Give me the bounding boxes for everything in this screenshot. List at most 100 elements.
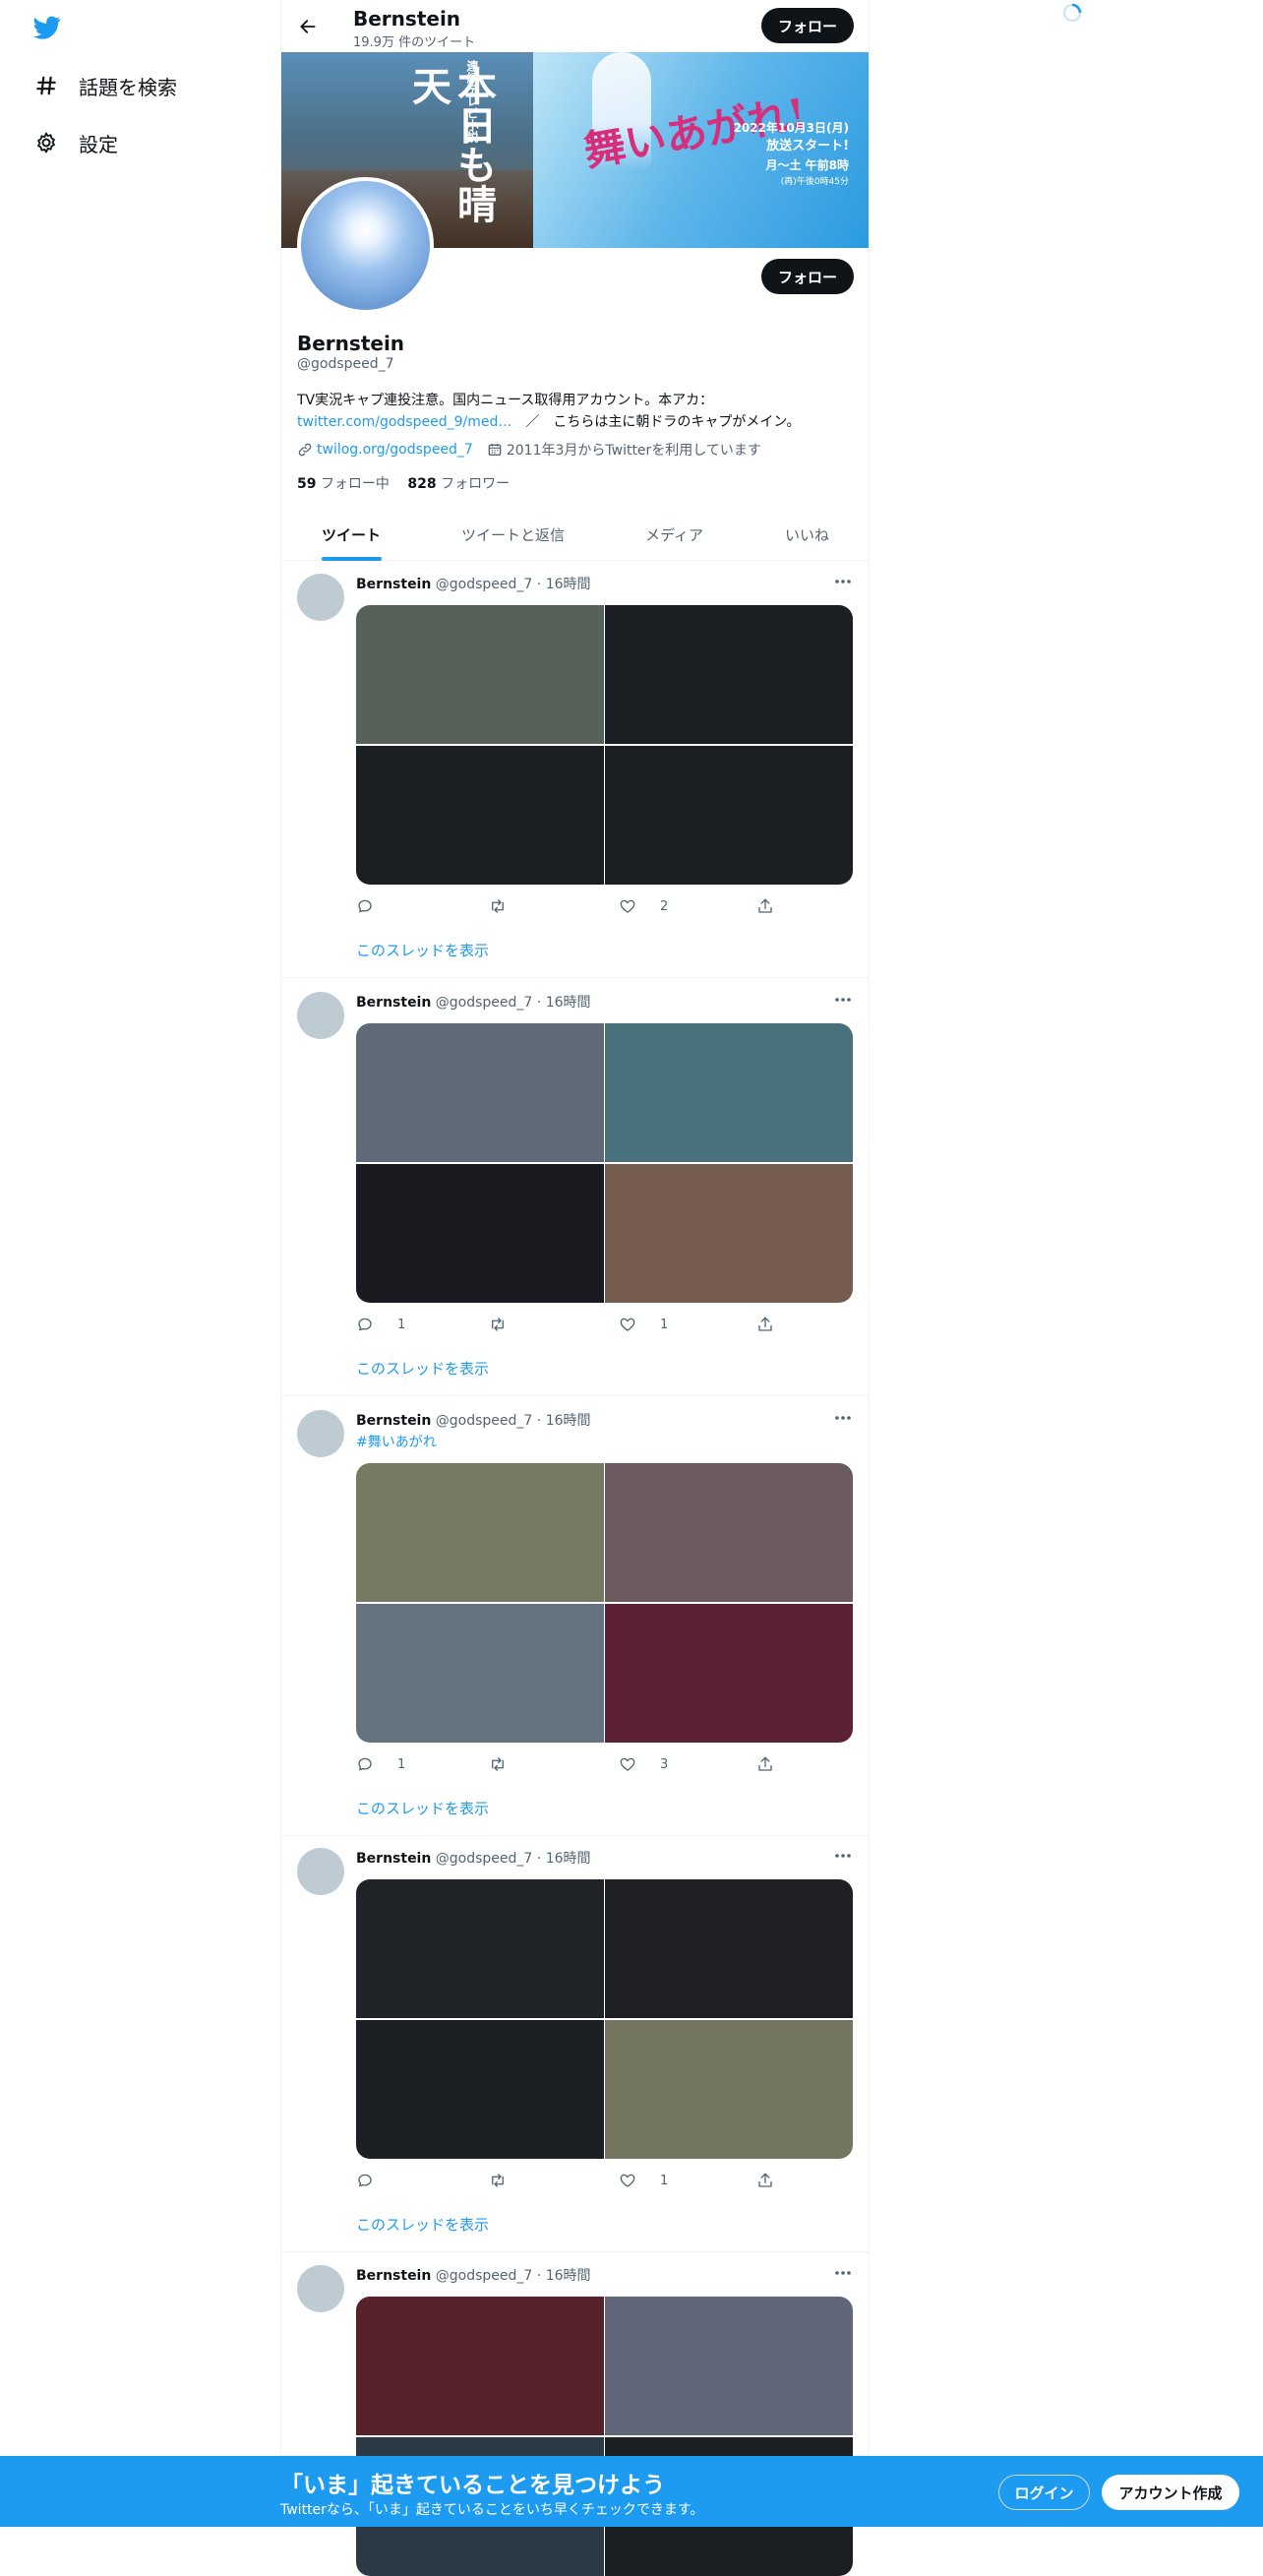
more-options-icon[interactable] xyxy=(833,990,853,1010)
header-follow-button[interactable]: フォロー xyxy=(761,8,854,43)
tweet-media-image[interactable] xyxy=(605,1164,853,1303)
share-icon xyxy=(756,2172,786,2189)
tab-tweets-replies[interactable]: ツイートと返信 xyxy=(461,509,565,561)
tweet-media-image[interactable] xyxy=(605,1463,853,1602)
tweet-media-image[interactable] xyxy=(605,746,853,885)
tweet-media-image[interactable] xyxy=(356,1463,604,1602)
tweet-author-name[interactable]: Bernstein xyxy=(356,1413,431,1429)
tweet[interactable]: Bernstein @godspeed_7 · 16時間 2 このスレッドを表示 xyxy=(281,562,869,978)
like-button[interactable]: 2 xyxy=(619,897,668,915)
like-button[interactable]: 3 xyxy=(619,1755,668,1773)
like-button[interactable]: 1 xyxy=(619,2172,668,2189)
profile-avatar[interactable] xyxy=(297,177,434,314)
tweet-actions: 13 xyxy=(356,1755,779,1775)
followers-link[interactable]: 828 フォロワー xyxy=(407,476,510,492)
tweet-avatar[interactable] xyxy=(297,2265,344,2312)
more-options-icon[interactable] xyxy=(833,1846,853,1866)
tweet-hashtag[interactable]: #舞いあがれ xyxy=(356,1432,437,1451)
retweet-button[interactable] xyxy=(488,1316,531,1333)
tweet-author-name[interactable]: Bernstein xyxy=(356,2268,431,2284)
like-count: 1 xyxy=(660,1317,669,1332)
tab-likes[interactable]: いいね xyxy=(785,509,829,561)
tweet-media-image[interactable] xyxy=(605,2297,853,2435)
nav-settings[interactable]: 設定 xyxy=(33,123,118,162)
tweet-author-handle[interactable]: @godspeed_7 xyxy=(436,2268,533,2284)
back-button[interactable] xyxy=(291,10,325,43)
more-options-icon[interactable] xyxy=(833,572,853,591)
tweet-time[interactable]: 16時間 xyxy=(546,995,591,1011)
heart-icon xyxy=(619,2172,648,2189)
tweet[interactable]: Bernstein @godspeed_7 · 16時間 1 1 このスレッドを表示 xyxy=(281,980,869,1396)
more-options-icon[interactable] xyxy=(833,2263,853,2283)
profile-bio-line1: TV実況キャプ連投注意。国内ニュース取得用アカウント。本アカ： xyxy=(297,393,714,408)
tweet-header: Bernstein @godspeed_7 · 16時間 xyxy=(356,1851,591,1867)
tweet-time[interactable]: 16時間 xyxy=(546,2268,591,2284)
tweet-time[interactable]: 16時間 xyxy=(546,1413,591,1429)
banner-right-date: 2022年10月3日(月) xyxy=(733,121,849,135)
header-title: Bernstein xyxy=(353,7,461,31)
login-button[interactable]: ログイン xyxy=(998,2475,1090,2510)
tweet-media-image[interactable] xyxy=(356,746,604,885)
banner-right-rerun: (再)午後0時45分 xyxy=(780,177,849,187)
share-button[interactable] xyxy=(756,1755,786,1773)
show-thread-link[interactable]: このスレッドを表示 xyxy=(356,2214,489,2235)
tweet[interactable]: Bernstein @godspeed_7 · 16時間 xyxy=(281,2253,869,2576)
tweet-author-handle[interactable]: @godspeed_7 xyxy=(436,1413,533,1429)
bio-link[interactable]: twitter.com/godspeed_9/med… xyxy=(297,414,511,430)
tweet-media-image[interactable] xyxy=(356,1879,604,2018)
profile-website[interactable]: twilog.org/godspeed_7 xyxy=(317,442,473,458)
tweet-avatar[interactable] xyxy=(297,1410,344,1457)
tweet-media-image[interactable] xyxy=(605,2020,853,2159)
more-options-icon[interactable] xyxy=(833,1408,853,1428)
tweet-media-image[interactable] xyxy=(356,605,604,744)
retweet-button[interactable] xyxy=(488,897,531,915)
tweet-author-name[interactable]: Bernstein xyxy=(356,577,431,592)
tweet-author-name[interactable]: Bernstein xyxy=(356,995,431,1011)
share-icon xyxy=(756,897,786,915)
tweet-media-image[interactable] xyxy=(356,2020,604,2159)
tweet-media-image[interactable] xyxy=(356,2297,604,2435)
tweet-media-image[interactable] xyxy=(605,1023,853,1162)
reply-icon xyxy=(356,2172,386,2189)
tab-tweets[interactable]: ツイート xyxy=(322,509,381,561)
tweet-author-handle[interactable]: @godspeed_7 xyxy=(436,995,533,1011)
reply-icon xyxy=(356,1316,386,1333)
tweet-avatar[interactable] xyxy=(297,1848,344,1895)
tweet-author-name[interactable]: Bernstein xyxy=(356,1851,431,1867)
show-thread-link[interactable]: このスレッドを表示 xyxy=(356,1358,489,1379)
tweet-media-image[interactable] xyxy=(356,1164,604,1303)
tweet-author-handle[interactable]: @godspeed_7 xyxy=(436,577,533,592)
retweet-button[interactable] xyxy=(488,2172,531,2189)
twitter-logo-icon[interactable] xyxy=(31,14,63,41)
tweet-media-image[interactable] xyxy=(605,1604,853,1743)
reply-button[interactable]: 1 xyxy=(356,1316,405,1333)
tweet-avatar[interactable] xyxy=(297,992,344,1039)
share-button[interactable] xyxy=(756,1316,786,1333)
reply-count: 1 xyxy=(397,1317,406,1332)
tweet-media-image[interactable] xyxy=(356,1023,604,1162)
tweet-media-image[interactable] xyxy=(356,1604,604,1743)
tweet[interactable]: Bernstein @godspeed_7 · 16時間 1 このスレッドを表示 xyxy=(281,1836,869,2252)
profile-follow-button[interactable]: フォロー xyxy=(761,259,854,294)
following-link[interactable]: 59 フォロー中 xyxy=(297,476,390,492)
tweet-avatar[interactable] xyxy=(297,574,344,621)
reply-button[interactable] xyxy=(356,2172,397,2189)
show-thread-link[interactable]: このスレッドを表示 xyxy=(356,1798,489,1818)
share-button[interactable] xyxy=(756,2172,786,2189)
show-thread-link[interactable]: このスレッドを表示 xyxy=(356,940,489,960)
reply-button[interactable] xyxy=(356,897,397,915)
tweet-media-image[interactable] xyxy=(605,1879,853,2018)
tweet-time[interactable]: 16時間 xyxy=(546,577,591,592)
like-button[interactable]: 1 xyxy=(619,1316,668,1333)
tweet-media-image[interactable] xyxy=(605,605,853,744)
tweet-author-handle[interactable]: @godspeed_7 xyxy=(436,1851,533,1867)
tab-media[interactable]: メディア xyxy=(645,509,703,561)
reply-button[interactable]: 1 xyxy=(356,1755,405,1773)
retweet-button[interactable] xyxy=(488,1755,531,1773)
nav-explore[interactable]: 話題を検索 xyxy=(33,66,177,105)
profile-tabs: ツイート ツイートと返信 メディア いいね xyxy=(281,509,869,561)
tweet[interactable]: Bernstein @godspeed_7 · 16時間 #舞いあがれ 1 3 このスレ… xyxy=(281,1398,869,1836)
signup-button[interactable]: アカウント作成 xyxy=(1102,2475,1239,2510)
tweet-time[interactable]: 16時間 xyxy=(546,1851,591,1867)
share-button[interactable] xyxy=(756,897,786,915)
